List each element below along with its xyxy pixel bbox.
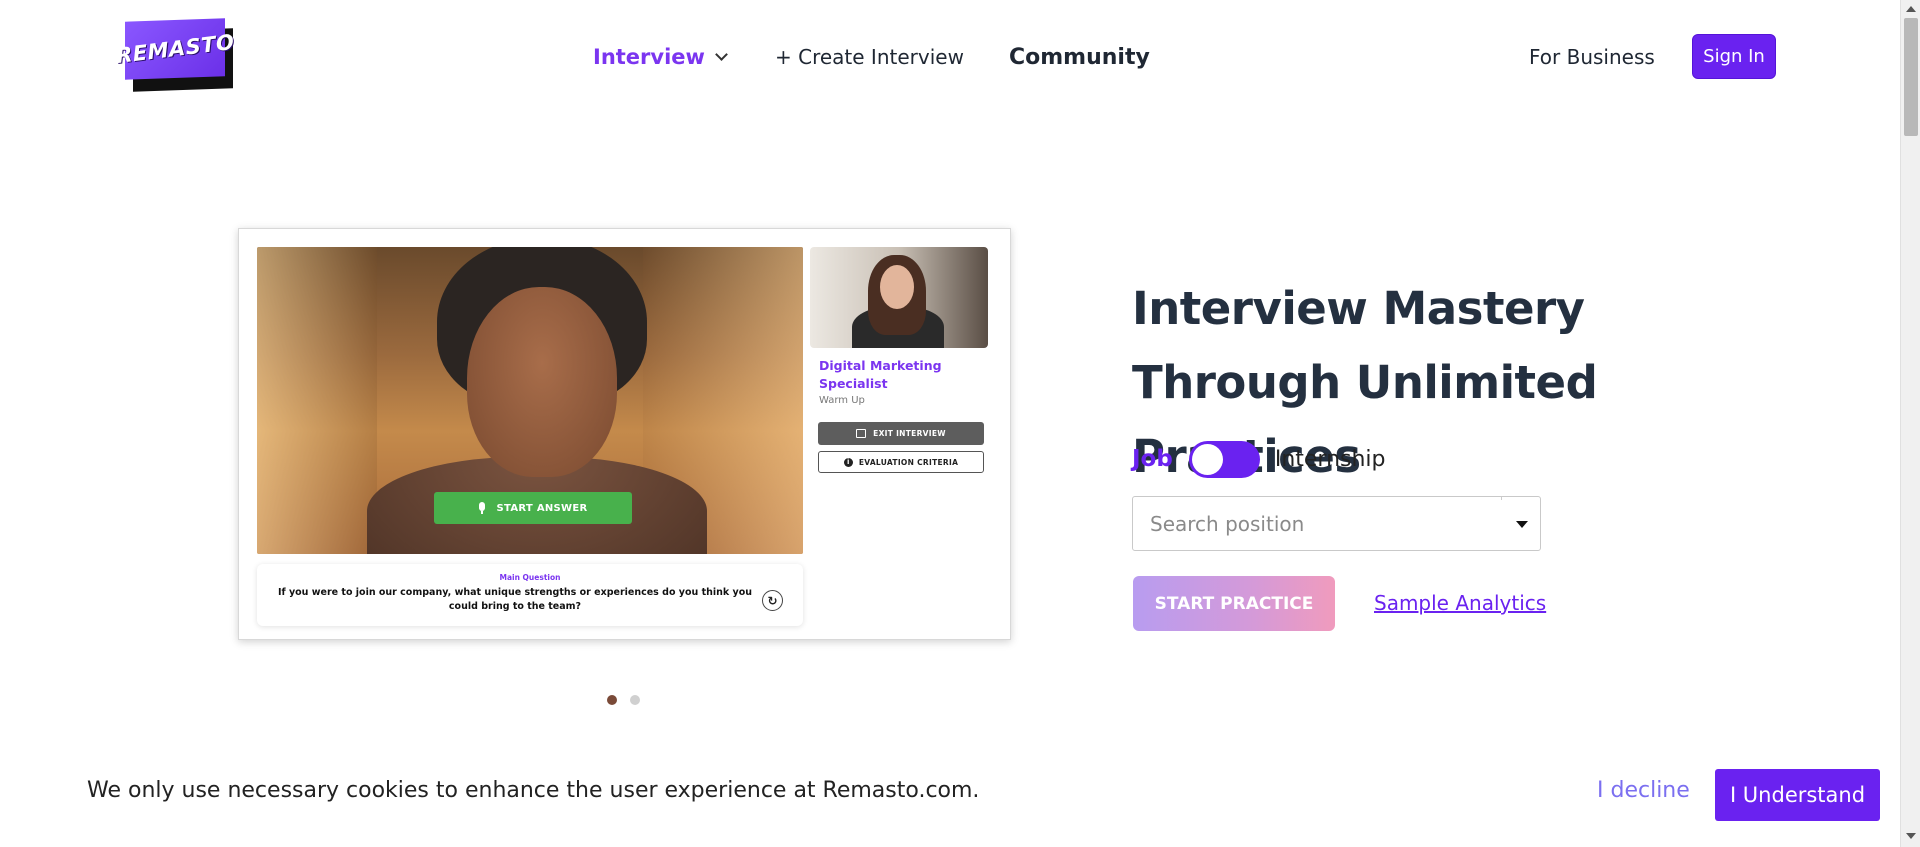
caret-down-icon[interactable] (1516, 521, 1528, 528)
exit-interview-button[interactable]: EXIT INTERVIEW (818, 422, 984, 445)
nav-interview-label: Interview (593, 45, 705, 69)
refresh-icon[interactable]: ↻ (762, 590, 783, 611)
sign-in-button[interactable]: Sign In (1692, 34, 1776, 79)
cookie-accept-button[interactable]: I Understand (1715, 769, 1880, 821)
carousel-dots (607, 695, 640, 705)
nav-interview-dropdown[interactable]: Interview (593, 42, 728, 72)
page: REMASTO Interview + Create Interview Com… (0, 0, 1900, 847)
info-icon: i (843, 457, 853, 467)
interview-stage: Warm Up (819, 395, 865, 406)
position-search-input[interactable] (1133, 497, 1493, 550)
exit-icon (856, 429, 867, 438)
carousel-dot-1[interactable] (607, 695, 617, 705)
question-text: If you were to join our company, what un… (277, 587, 752, 612)
nav-for-business[interactable]: For Business (1529, 42, 1655, 72)
cookie-decline-button[interactable]: I decline (1597, 778, 1690, 803)
page-scrollbar[interactable] (1900, 0, 1920, 847)
start-answer-button[interactable]: START ANSWER (434, 492, 632, 524)
remasto-logo[interactable]: REMASTO (115, 18, 235, 92)
nav-create-interview[interactable]: + Create Interview (775, 42, 964, 72)
scrollbar-thumb[interactable] (1904, 18, 1918, 136)
microphone-icon (478, 502, 486, 514)
sample-analytics-link[interactable]: Sample Analytics (1374, 591, 1546, 615)
nav-community[interactable]: Community (1009, 42, 1150, 72)
logo-text: REMASTO (114, 29, 236, 69)
evaluation-criteria-button[interactable]: i EVALUATION CRITERIA (818, 451, 984, 473)
cookie-message: We only use necessary cookies to enhance… (87, 778, 980, 803)
scroll-down-arrow-icon[interactable] (1906, 833, 1916, 839)
interview-preview-slide: START ANSWER Main Question If you were t… (238, 228, 1011, 640)
carousel-dot-2[interactable] (630, 695, 640, 705)
question-card: Main Question If you were to join our co… (257, 564, 803, 626)
job-internship-toggle-row: Job Internship (1132, 440, 1386, 478)
job-internship-toggle[interactable] (1188, 440, 1260, 478)
chevron-down-icon (715, 47, 728, 61)
start-practice-button[interactable]: START PRACTICE (1133, 576, 1335, 631)
position-search-select[interactable] (1132, 496, 1541, 551)
question-label: Main Question (499, 573, 561, 582)
scroll-up-arrow-icon[interactable] (1906, 6, 1916, 12)
interviewer-video (810, 247, 988, 348)
candidate-video: START ANSWER (257, 247, 803, 554)
job-title: Digital Marketing Specialist (819, 358, 942, 391)
toggle-label-job[interactable]: Job (1132, 446, 1173, 472)
toggle-label-internship[interactable]: Internship (1275, 447, 1386, 472)
toggle-knob (1191, 443, 1223, 475)
